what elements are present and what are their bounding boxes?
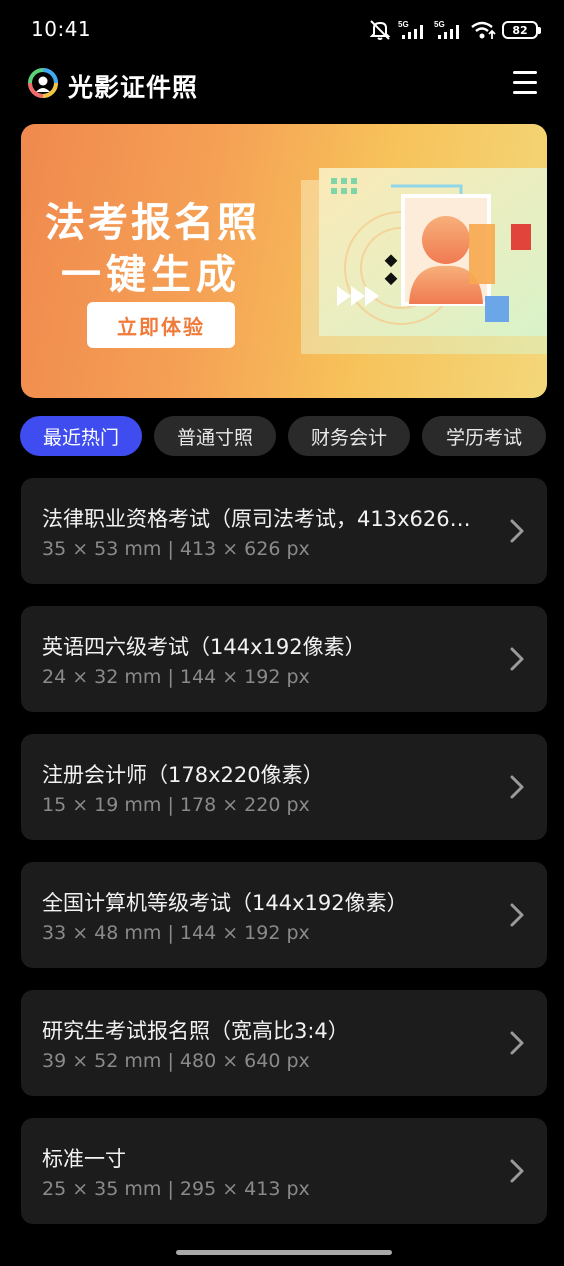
chevron-right-icon xyxy=(510,775,524,799)
tab-finance-accounting[interactable]: 财务会计 xyxy=(288,416,410,456)
tab-academic-exam[interactable]: 学历考试 xyxy=(422,416,546,456)
chevron-right-icon xyxy=(510,647,524,671)
list-item-spec: 15 × 19 mm | 178 × 220 px xyxy=(42,794,310,816)
wifi-icon xyxy=(471,21,496,39)
app-screen: 10:41 5G 5G 82 光影证件照 法考报名照 一键生成 立即体验 最近热… xyxy=(0,0,564,1266)
list-item-spec: 24 × 32 mm | 144 × 192 px xyxy=(42,666,310,688)
status-time: 10:41 xyxy=(31,17,92,41)
list-item-title: 标准一寸 xyxy=(42,1147,126,1171)
id-photo-illustration-icon xyxy=(301,168,547,354)
chevron-right-icon xyxy=(510,519,524,543)
tab-recent-popular[interactable]: 最近热门 xyxy=(20,416,142,456)
mute-icon xyxy=(369,20,391,40)
banner-cta-button[interactable]: 立即体验 xyxy=(87,302,235,348)
status-icons: 5G 5G 82 xyxy=(368,17,541,43)
hamburger-menu-icon[interactable] xyxy=(513,71,537,95)
spec-list: 法律职业资格考试（原司法考试，413x626像素） 35 × 53 mm | 4… xyxy=(21,478,547,1246)
network-label-1: 5G xyxy=(398,20,409,29)
chevron-right-icon xyxy=(510,1031,524,1055)
banner-title: 法考报名照 xyxy=(45,200,260,246)
list-item-spec: 39 × 52 mm | 480 × 640 px xyxy=(42,1050,310,1072)
list-item[interactable]: 全国计算机等级考试（144x192像素） 33 × 48 mm | 144 × … xyxy=(21,862,547,968)
chevron-right-icon xyxy=(510,1159,524,1183)
list-item-spec: 33 × 48 mm | 144 × 192 px xyxy=(42,922,310,944)
app-title: 光影证件照 xyxy=(68,73,199,102)
banner-subtitle: 一键生成 xyxy=(61,252,241,298)
list-item[interactable]: 注册会计师（178x220像素） 15 × 19 mm | 178 × 220 … xyxy=(21,734,547,840)
signal-icon: 5G xyxy=(398,20,423,39)
category-tabs: 最近热门 普通寸照 财务会计 学历考试 xyxy=(20,416,546,456)
list-item-title: 英语四六级考试（144x192像素） xyxy=(42,635,366,659)
network-label-2: 5G xyxy=(434,20,445,29)
list-item-spec: 35 × 53 mm | 413 × 626 px xyxy=(42,538,310,560)
battery-icon: 82 xyxy=(502,21,541,39)
list-item-title: 研究生考试报名照（宽高比3:4） xyxy=(42,1019,349,1043)
list-item-title: 注册会计师（178x220像素） xyxy=(42,763,324,787)
tab-standard-inch[interactable]: 普通寸照 xyxy=(154,416,276,456)
list-item[interactable]: 英语四六级考试（144x192像素） 24 × 32 mm | 144 × 19… xyxy=(21,606,547,712)
chevron-right-icon xyxy=(510,903,524,927)
signal-icon: 5G xyxy=(434,20,459,39)
list-item-title: 法律职业资格考试（原司法考试，413x626像素） xyxy=(42,507,482,531)
promo-banner[interactable]: 法考报名照 一键生成 立即体验 xyxy=(21,124,547,398)
list-item-spec: 25 × 35 mm | 295 × 413 px xyxy=(42,1178,310,1200)
app-logo-icon xyxy=(28,68,58,98)
list-item[interactable]: 标准一寸 25 × 35 mm | 295 × 413 px xyxy=(21,1118,547,1224)
list-item-title: 全国计算机等级考试（144x192像素） xyxy=(42,891,408,915)
app-header: 光影证件照 xyxy=(0,62,564,106)
status-bar: 10:41 5G 5G 82 xyxy=(0,0,564,58)
home-indicator[interactable] xyxy=(176,1250,392,1255)
list-item[interactable]: 法律职业资格考试（原司法考试，413x626像素） 35 × 53 mm | 4… xyxy=(21,478,547,584)
list-item[interactable]: 研究生考试报名照（宽高比3:4） 39 × 52 mm | 480 × 640 … xyxy=(21,990,547,1096)
